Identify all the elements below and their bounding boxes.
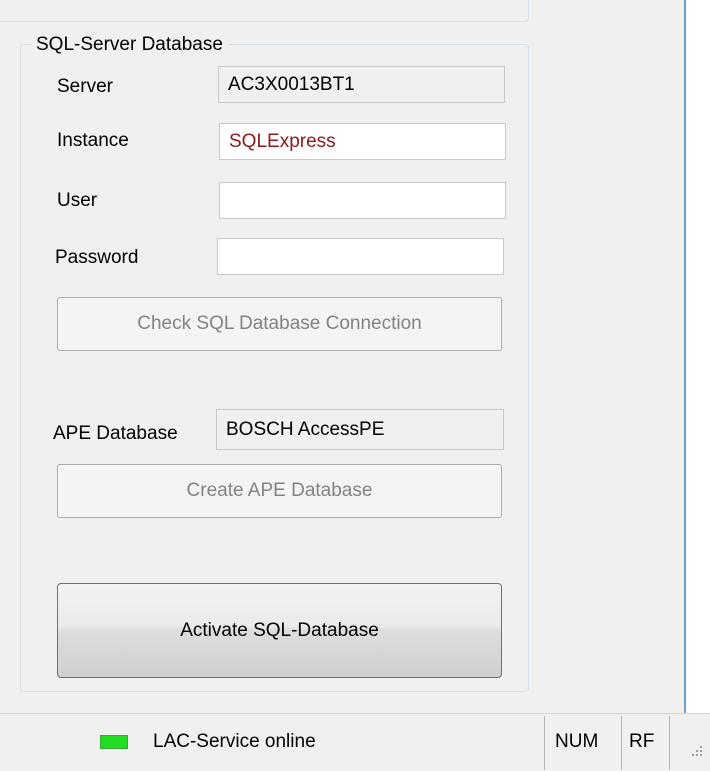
rf-indicator: RF (629, 731, 655, 752)
check-sql-connection-button[interactable]: Check SQL Database Connection (57, 297, 502, 351)
activate-sql-database-button[interactable]: Activate SQL-Database (57, 583, 502, 678)
groupbox-title: SQL-Server Database (32, 33, 229, 57)
create-ape-database-button[interactable]: Create APE Database (57, 464, 502, 518)
top-panel (0, 0, 529, 22)
server-field: AC3X0013BT1 (218, 66, 505, 103)
user-input[interactable] (219, 182, 506, 219)
right-pane (686, 0, 710, 713)
instance-label: Instance (57, 130, 129, 151)
password-label: Password (55, 247, 139, 268)
service-status-text: LAC-Service online (153, 731, 316, 752)
resize-grip-icon[interactable] (686, 742, 706, 762)
instance-input[interactable]: SQLExpress (219, 123, 506, 160)
password-input[interactable] (217, 238, 504, 275)
server-label: Server (57, 76, 113, 97)
status-separator (544, 716, 545, 770)
status-separator (669, 716, 670, 770)
service-status-indicator-icon (100, 735, 128, 749)
ape-database-field: BOSCH AccessPE (216, 409, 504, 450)
num-lock-indicator: NUM (555, 731, 599, 752)
status-separator (621, 716, 622, 770)
user-label: User (57, 190, 98, 211)
ape-database-label: APE Database (53, 423, 178, 444)
